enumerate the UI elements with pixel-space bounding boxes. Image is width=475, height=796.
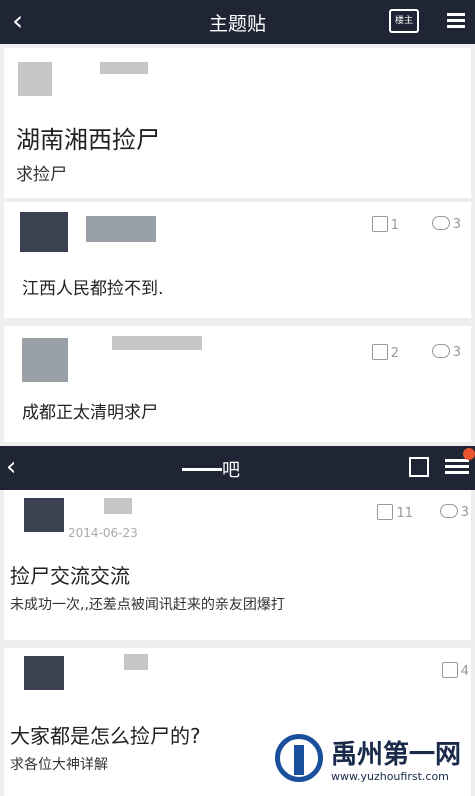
comment-button[interactable]: 3 [431,344,461,360]
comment-icon [431,344,450,358]
forum-title: 吧 [222,460,240,481]
reply-text: 成都正太清明求尸 [22,403,158,423]
thumbs-up-icon [441,662,458,678]
reply-card: 1 3 江西人民都捡不到. [4,202,471,318]
forum-nav-bar: ‹ 吧 [0,446,475,490]
reply-text: 江西人民都捡不到. [22,279,164,299]
username [104,498,132,514]
main-post-card: 湖南湘西捡尸 求捡尸 [4,48,471,198]
thumbs-up-icon [377,504,394,520]
post-subtitle: 求捡尸 [16,165,67,185]
reply-card: 2 3 成都正太清明求尸 [4,326,471,442]
forum-post-title: 捡尸交流交流 [10,564,130,588]
like-button[interactable]: 11 [377,504,413,521]
owner-only-button[interactable]: 楼主 [389,9,419,33]
site-logo-icon [275,734,323,782]
like-button[interactable]: 2 [371,344,399,361]
post-title: 湖南湘西捡尸 [16,126,160,154]
thumbs-up-icon [371,216,388,232]
forum-post-excerpt: 求各位大神详解 [10,757,108,773]
comment-button[interactable]: 3 [431,216,461,232]
more-menu-icon[interactable] [439,10,465,32]
comment-button[interactable]: 3 [439,504,469,520]
like-button[interactable]: 4 [441,662,469,679]
avatar[interactable] [24,656,64,690]
comment-icon [431,216,450,230]
username [100,62,148,74]
site-watermark: 禹州第一网 www.yuzhoufirst.com [275,730,465,790]
watermark-name: 禹州第一网 [331,740,462,770]
notification-badge [463,448,475,460]
forum-post-title: 大家都是怎么捡尸的? [10,724,201,748]
top-nav-bar: ‹ 主题贴 楼主 [0,0,475,44]
post-date: 2014-06-23 [68,526,138,540]
username [124,654,148,670]
watermark-url: www.yuzhoufirst.com [331,770,449,783]
back-arrow-icon[interactable]: ‹ [6,452,16,482]
forum-name [182,468,222,471]
username [86,216,156,242]
thumbs-up-icon [371,344,388,360]
avatar[interactable] [22,338,68,382]
like-button[interactable]: 1 [371,216,399,233]
avatar[interactable] [24,498,64,532]
avatar[interactable] [20,212,68,252]
comment-icon [439,504,458,518]
avatar[interactable] [18,62,52,96]
compose-icon[interactable] [409,457,429,477]
username [112,336,202,350]
forum-post-excerpt: 未成功一次,,还差点被闻讯赶来的亲友团爆打 [10,597,285,613]
forum-post-card[interactable]: 2014-06-23 11 3 捡尸交流交流 未成功一次,,还差点被闻讯赶来的亲… [4,490,471,640]
